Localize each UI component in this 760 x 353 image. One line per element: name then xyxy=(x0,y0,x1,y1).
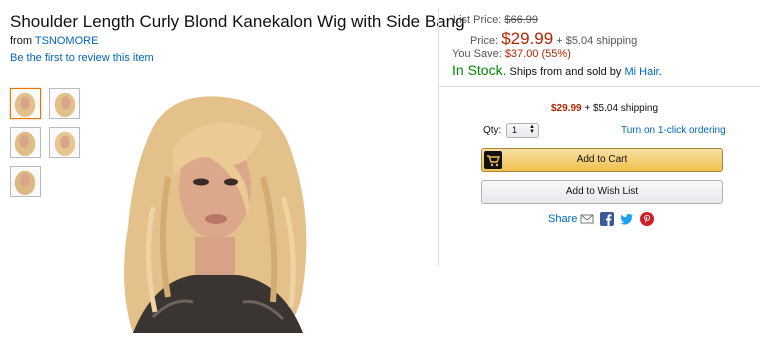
byline: from TSNOMORE xyxy=(10,35,98,47)
price-label: Price: xyxy=(470,35,499,47)
in-stock-label: In Stock. xyxy=(452,62,507,78)
from-label: from xyxy=(10,35,32,47)
quantity-select[interactable]: 1 ▲ ▼ xyxy=(506,123,539,138)
twitter-icon[interactable] xyxy=(620,212,634,226)
column-divider xyxy=(438,8,439,266)
qty-value: 1 xyxy=(512,125,518,135)
pinterest-icon[interactable] xyxy=(640,212,654,226)
seller-link[interactable]: Mi Hair xyxy=(624,66,658,78)
buybox-price: $29.99 xyxy=(551,103,582,114)
review-link[interactable]: Be the first to review this item xyxy=(10,52,154,64)
share-label: Share xyxy=(548,213,578,225)
ships-from-text: Ships from and sold by xyxy=(509,66,622,78)
price-shipping: + $5.04 shipping xyxy=(556,35,638,47)
you-save-row: You Save: $37.00 (55%) xyxy=(452,48,571,60)
price-row: Price: $29.99 + $5.04 shipping xyxy=(470,29,637,49)
buybox-price-row: $29.99 + $5.04 shipping xyxy=(551,103,658,114)
brand-link[interactable]: TSNOMORE xyxy=(35,35,99,47)
buybox-shipping: + $5.04 shipping xyxy=(584,103,659,114)
main-product-image[interactable] xyxy=(113,87,319,333)
product-title: Shoulder Length Curly Blond Kanekalon Wi… xyxy=(10,12,465,31)
cart-icon xyxy=(484,151,502,169)
availability-row: In Stock. Ships from and sold by Mi Hair… xyxy=(452,62,662,78)
thumbnail-5[interactable] xyxy=(10,166,41,197)
facebook-icon[interactable] xyxy=(600,212,614,226)
qty-label: Qty: xyxy=(483,125,502,136)
list-price-value: $66.99 xyxy=(504,14,539,26)
buybox-divider xyxy=(438,86,760,87)
updown-icon: ▲ ▼ xyxy=(529,124,535,135)
thumbnail-3[interactable] xyxy=(10,127,41,158)
price-value: $29.99 xyxy=(501,29,554,48)
one-click-link[interactable]: Turn on 1-click ordering xyxy=(621,125,726,136)
list-price-row: List Price: $66.99 xyxy=(453,14,538,26)
thumbnail-2[interactable] xyxy=(49,88,80,119)
thumbnail-1[interactable] xyxy=(10,88,41,119)
add-to-wishlist-label: Add to Wish List xyxy=(565,186,639,197)
you-save-value: $37.00 (55%) xyxy=(504,48,571,60)
list-price-label: List Price: xyxy=(453,14,502,26)
add-to-cart-label: Add to Cart xyxy=(576,154,628,165)
you-save-label: You Save: xyxy=(452,48,502,60)
email-icon[interactable] xyxy=(580,212,594,226)
add-to-cart-button[interactable]: Add to Cart xyxy=(481,148,723,172)
add-to-wishlist-button[interactable]: Add to Wish List xyxy=(481,180,723,204)
seller-period: . xyxy=(658,66,662,78)
thumbnail-4[interactable] xyxy=(49,127,80,158)
